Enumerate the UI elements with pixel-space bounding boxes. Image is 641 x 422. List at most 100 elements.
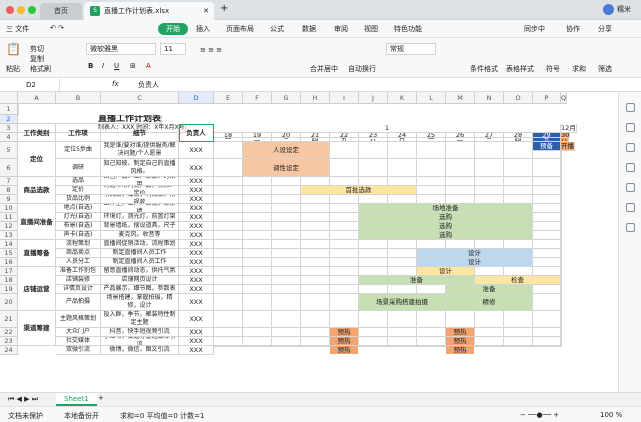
close-tab-icon[interactable]: ✕ <box>203 2 209 20</box>
format-painter-button[interactable]: 格式刷 <box>30 64 51 74</box>
user-account[interactable]: 糯米 <box>603 4 631 15</box>
align-icon[interactable]: ≡ ≡ ≡ <box>200 46 222 54</box>
table-style-button[interactable]: 表格样式 <box>506 64 534 74</box>
col-header-E[interactable]: E <box>214 92 243 104</box>
paste-icon[interactable]: 📋 <box>6 42 21 56</box>
col-header-B[interactable]: B <box>56 92 101 104</box>
row-header-23[interactable]: 23 <box>0 337 18 346</box>
minimize-icon[interactable] <box>17 6 25 14</box>
row-header-4[interactable]: 4 <box>0 133 18 142</box>
menu-formula[interactable]: 公式 <box>270 24 284 34</box>
col-header-F[interactable]: F <box>243 92 272 104</box>
zoom-slider[interactable]: − ──●── + <box>520 411 559 419</box>
merge-center-button[interactable]: 合并居中 <box>310 64 338 74</box>
menu-file[interactable]: 三 文件 <box>6 24 29 34</box>
copy-button[interactable]: 复制 <box>30 54 44 64</box>
add-sheet-icon[interactable]: + <box>98 394 104 402</box>
menu-view[interactable]: 视图 <box>364 24 378 34</box>
border-icon[interactable]: ⊞ <box>130 62 136 70</box>
menu-start[interactable]: 开始 <box>158 23 188 35</box>
menu-review[interactable]: 审阅 <box>334 24 348 34</box>
row-header-10[interactable]: 10 <box>0 204 18 213</box>
sync-status[interactable]: 同步中 <box>524 24 545 34</box>
col-header-N[interactable]: N <box>475 92 504 104</box>
spreadsheet-grid[interactable]: A B C D E F G H I J K L M N O P Q 1 2 3 4 5 6 7 8 9 10 11 12 13 14 15 16… <box>0 92 618 392</box>
sheet-nav-icon[interactable]: ⏮ ◀ ▶ ⏭ <box>8 395 38 404</box>
maximize-icon[interactable] <box>28 6 36 14</box>
row-header-5[interactable]: 5 <box>0 142 18 159</box>
row-header-20[interactable]: 20 <box>0 294 18 311</box>
doc-protect-status[interactable]: 文档未保护 <box>8 411 43 421</box>
row-header-8[interactable]: 8 <box>0 186 18 195</box>
col-header-G[interactable]: G <box>272 92 301 104</box>
sheet-tab-sheet1[interactable]: Sheet1 <box>56 393 97 406</box>
undo-icon[interactable]: ↶ ↷ <box>50 24 64 32</box>
italic-button[interactable]: I <box>102 62 104 70</box>
conditional-format-button[interactable]: 条件格式 <box>470 64 498 74</box>
row-header-13[interactable]: 13 <box>0 231 18 240</box>
font-family-select[interactable]: 微软雅黑 <box>86 43 156 55</box>
row-header-12[interactable]: 12 <box>0 222 18 231</box>
menu-page-layout[interactable]: 页面布局 <box>226 24 254 34</box>
underline-button[interactable]: U <box>114 62 119 70</box>
share-button[interactable]: 分享 <box>598 24 612 34</box>
name-box[interactable]: D2 <box>4 79 60 91</box>
zoom-level[interactable]: 100 % <box>600 411 622 419</box>
bold-button[interactable]: B <box>88 62 93 70</box>
col-header-C[interactable]: C <box>101 92 179 104</box>
row-header-14[interactable]: 14 <box>0 240 18 249</box>
fx-icon[interactable]: fx <box>112 80 119 88</box>
row-header-18[interactable]: 18 <box>0 276 18 285</box>
row-header-6[interactable]: 6 <box>0 159 18 177</box>
col-header-D[interactable]: D <box>179 92 214 104</box>
col-header-J[interactable]: J <box>359 92 388 104</box>
row-header-15[interactable]: 15 <box>0 249 18 258</box>
row-header-17[interactable]: 17 <box>0 267 18 276</box>
row-header-24[interactable]: 24 <box>0 346 18 355</box>
row-header-2[interactable]: 2 <box>0 115 18 124</box>
formula-input[interactable]: 负责人 <box>138 80 159 90</box>
select-all-corner[interactable] <box>0 92 18 104</box>
col-header-O[interactable]: O <box>504 92 533 104</box>
tab-home[interactable]: 首页 <box>40 3 82 19</box>
menu-data[interactable]: 数据 <box>302 24 316 34</box>
sidebar-style-icon[interactable] <box>625 103 635 112</box>
font-color-icon[interactable]: A <box>146 62 151 70</box>
number-format-select[interactable]: 常规 <box>386 43 436 55</box>
tab-document[interactable]: S 直播工作计划表.xlsx ✕ <box>84 2 214 20</box>
sidebar-history-icon[interactable] <box>625 183 635 192</box>
cut-button[interactable]: 剪切 <box>30 44 44 54</box>
col-header-A[interactable]: A <box>18 92 56 104</box>
row-header-19[interactable]: 19 <box>0 285 18 294</box>
backup-status[interactable]: 本地备份开 <box>64 411 99 421</box>
sidebar-shape-icon[interactable] <box>625 143 635 152</box>
close-icon[interactable] <box>6 6 14 14</box>
menu-features[interactable]: 特色功能 <box>394 24 422 34</box>
menu-insert[interactable]: 插入 <box>196 24 210 34</box>
row-header-22[interactable]: 22 <box>0 328 18 337</box>
collab-button[interactable]: 协作 <box>566 24 580 34</box>
col-header-I[interactable]: I <box>330 92 359 104</box>
font-size-select[interactable]: 11 <box>160 43 186 55</box>
wrap-text-button[interactable]: 自动换行 <box>348 64 376 74</box>
paste-button[interactable]: 粘贴 <box>6 64 20 74</box>
col-header-P[interactable]: P <box>533 92 561 104</box>
filter-button[interactable]: 筛选 <box>598 64 612 74</box>
row-header-11[interactable]: 11 <box>0 213 18 222</box>
row-header-21[interactable]: 21 <box>0 311 18 328</box>
col-header-Q[interactable]: Q <box>561 92 568 104</box>
col-header-M[interactable]: M <box>446 92 475 104</box>
window-controls[interactable] <box>6 6 39 16</box>
sum-button[interactable]: 求和 <box>572 64 586 74</box>
sidebar-property-icon[interactable] <box>625 163 635 172</box>
col-header-K[interactable]: K <box>388 92 417 104</box>
new-tab-icon[interactable]: + <box>220 3 228 14</box>
row-header-7[interactable]: 7 <box>0 177 18 186</box>
col-header-H[interactable]: H <box>301 92 330 104</box>
symbol-button[interactable]: 符号 <box>546 64 560 74</box>
row-header-16[interactable]: 16 <box>0 258 18 267</box>
row-header-1[interactable]: 1 <box>0 104 18 115</box>
sidebar-select-icon[interactable] <box>625 123 635 132</box>
col-header-L[interactable]: L <box>417 92 446 104</box>
row-header-9[interactable]: 9 <box>0 195 18 204</box>
